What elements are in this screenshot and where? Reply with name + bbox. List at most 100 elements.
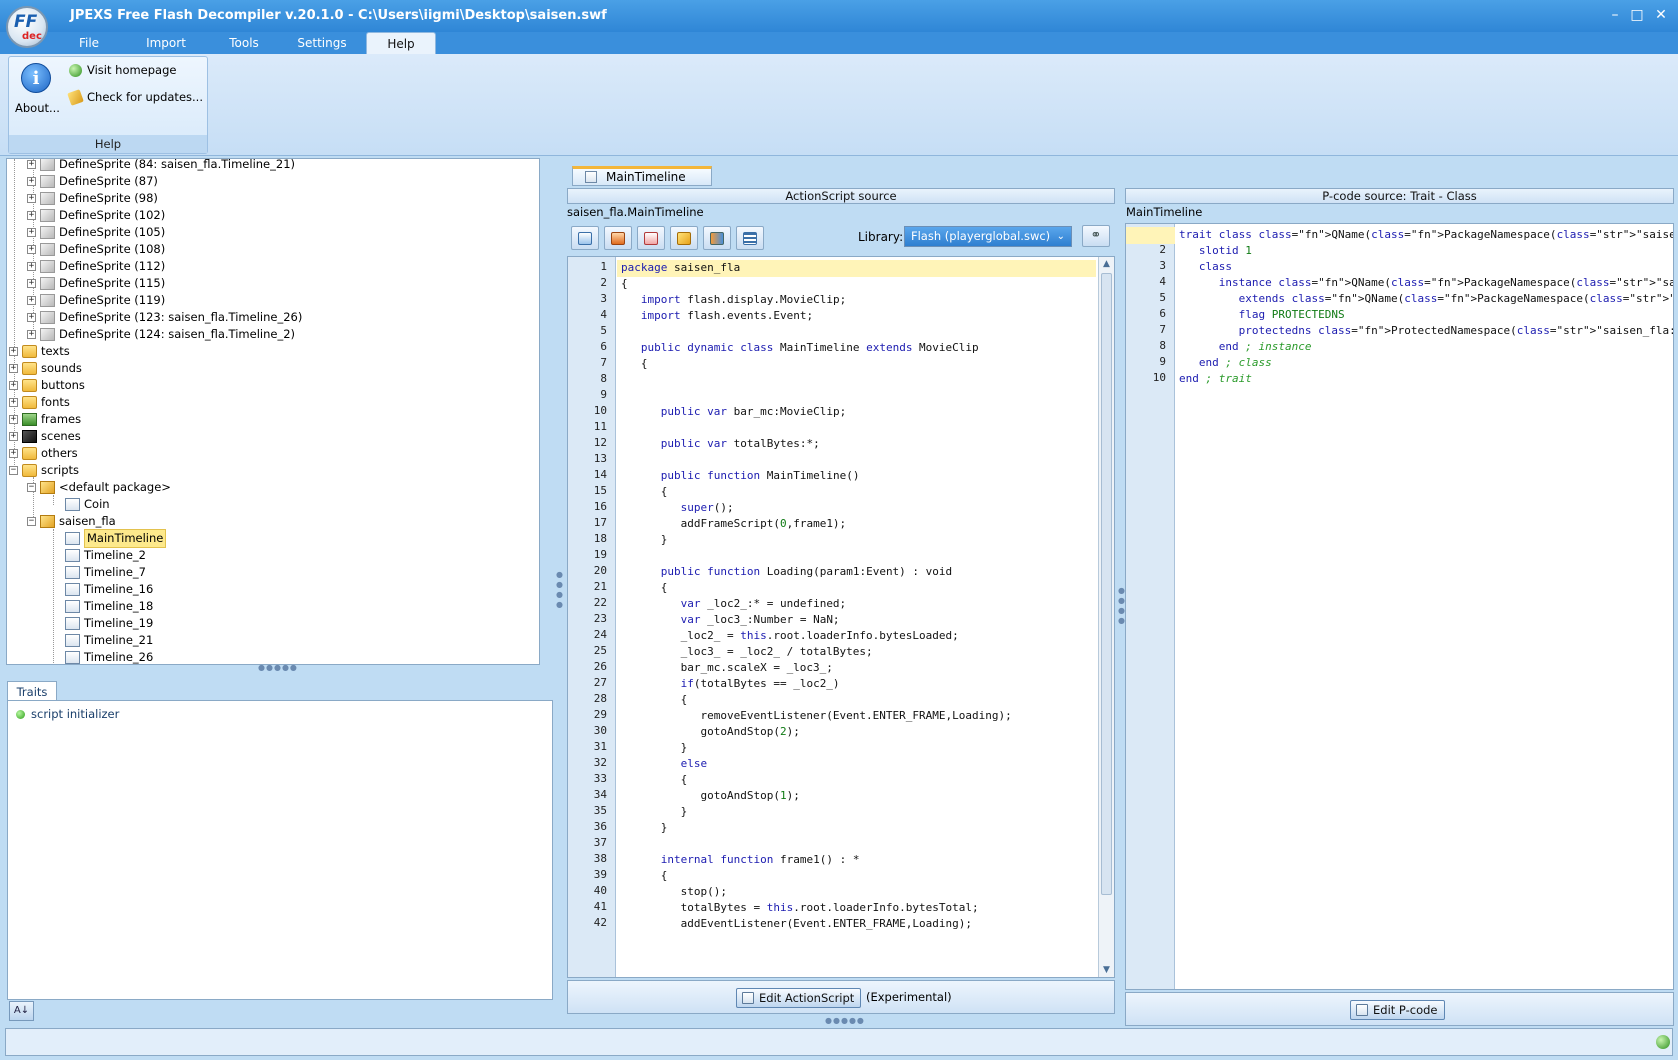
tree-folder-scripts[interactable]: − scripts [9, 462, 79, 479]
line-number: 22 [593, 596, 607, 609]
expand-icon[interactable]: + [27, 245, 36, 254]
expand-icon[interactable]: + [27, 211, 36, 220]
tree-folder-fonts[interactable]: + fonts [9, 394, 70, 411]
expand-icon[interactable]: + [9, 347, 18, 356]
tree-item-sprite[interactable]: + DefineSprite (119) [27, 292, 165, 309]
vertical-splitter[interactable]: ●●●● [1117, 586, 1126, 626]
about-button[interactable]: i About... [9, 57, 65, 135]
expand-icon[interactable]: + [27, 279, 36, 288]
search-button[interactable] [637, 226, 665, 250]
tree-folder-frames[interactable]: + frames [9, 411, 81, 428]
line-number: 8 [600, 372, 607, 385]
tree-folder-buttons[interactable]: + buttons [9, 377, 85, 394]
actionscript-editor[interactable]: 1 2 3 4 5 6 7 8 9 10 11 12 13 14 15 16 17 18 19 20 21 22 23 24 2… [567, 256, 1115, 978]
scroll-thumb[interactable] [1101, 273, 1112, 895]
expand-icon[interactable]: + [9, 398, 18, 407]
collapse-icon[interactable]: − [27, 483, 36, 492]
expand-icon[interactable]: + [9, 432, 18, 441]
trait-item[interactable]: script initializer [16, 707, 119, 721]
tab-file[interactable]: File [64, 32, 114, 54]
tree-folder-scenes[interactable]: + scenes [9, 428, 81, 445]
expand-icon[interactable]: + [27, 228, 36, 237]
expand-icon[interactable]: + [9, 381, 18, 390]
tree-folder-others[interactable]: + others [9, 445, 78, 462]
expand-icon[interactable]: + [27, 313, 36, 322]
sort-az-button[interactable]: A↓ [9, 1001, 34, 1021]
tree-item-sprite[interactable]: + DefineSprite (123: saisen_fla.Timeline_… [27, 309, 302, 326]
edit-pcode-button[interactable]: Edit P-code [1350, 1000, 1445, 1020]
expand-icon[interactable]: + [27, 194, 36, 203]
tree-item-script[interactable]: Timeline_2 [65, 547, 146, 564]
pcode-editor[interactable]: 12345678910 trait class class="fn">QName… [1125, 223, 1674, 990]
app-logo-icon[interactable]: FF dec [6, 6, 48, 48]
link-button[interactable]: ⚭ [1082, 225, 1110, 247]
tree-item-script[interactable]: Timeline_7 [65, 564, 146, 581]
tree-item-script[interactable]: Timeline_21 [65, 632, 153, 649]
code-line: { [621, 485, 668, 498]
tree-item-script[interactable]: Timeline_26 [65, 649, 153, 664]
line-number: 42 [593, 916, 607, 929]
expand-icon[interactable]: + [27, 296, 36, 305]
library-select[interactable]: Flash (playerglobal.swc) ⌄ [904, 226, 1072, 247]
panel-splitter[interactable]: ●●●●● [258, 664, 297, 672]
tab-settings[interactable]: Settings [288, 32, 356, 54]
tree-item-sprite[interactable]: + DefineSprite (105) [27, 224, 165, 241]
tag-tree[interactable]: + DefineSprite (84: saisen_fla.Timeline_2… [6, 158, 540, 665]
tab-traits[interactable]: Traits [7, 681, 57, 701]
scroll-down-icon[interactable]: ▼ [1099, 963, 1114, 977]
tab-help[interactable]: Help [366, 32, 436, 54]
tree-item-sprite[interactable]: + DefineSprite (124: saisen_fla.Timeline_… [27, 326, 295, 343]
expand-icon[interactable]: + [9, 415, 18, 424]
edit-button[interactable] [670, 226, 698, 250]
line-number-gutter: 12345678910 [1126, 224, 1175, 989]
maximize-button[interactable]: □ [1628, 6, 1646, 24]
expand-icon[interactable]: + [9, 449, 18, 458]
tab-main-timeline[interactable]: MainTimeline [572, 166, 712, 186]
edit-actionscript-button[interactable]: Edit ActionScript [736, 988, 862, 1008]
scroll-up-icon[interactable]: ▲ [1099, 257, 1114, 271]
traits-list[interactable]: script initializer [7, 700, 553, 1000]
search-icon [644, 232, 658, 245]
visit-homepage-button[interactable]: Visit homepage [69, 61, 176, 79]
minimize-button[interactable]: – [1606, 6, 1624, 24]
expand-icon[interactable]: + [9, 364, 18, 373]
code-line: var _loc2_:* = undefined; [680, 597, 847, 610]
code-scrollbar[interactable]: ▲ ▼ [1098, 257, 1114, 977]
tree-item-script[interactable]: Timeline_16 [65, 581, 153, 598]
tree-item-sprite[interactable]: + DefineSprite (98) [27, 190, 158, 207]
tree-item-sprite[interactable]: + DefineSprite (102) [27, 207, 165, 224]
tree-folder-sounds[interactable]: + sounds [9, 360, 82, 377]
list-button[interactable] [736, 226, 764, 250]
tree-scrollbar[interactable]: ▲ ▼ [539, 159, 540, 664]
check-updates-button[interactable]: Check for updates... [67, 88, 203, 106]
deobfuscate-button[interactable] [571, 226, 599, 250]
tree-item-script[interactable]: Timeline_18 [65, 598, 153, 615]
vertical-splitter[interactable]: ●●●● [555, 570, 564, 610]
expand-icon[interactable]: + [27, 177, 36, 186]
tree-item-sprite[interactable]: + DefineSprite (87) [27, 173, 158, 190]
tab-import[interactable]: Import [136, 32, 196, 54]
tree-item-script[interactable]: Coin [65, 496, 110, 513]
code-line: import flash.events.Event; [640, 309, 814, 322]
tree-item-default-package[interactable]: − <default package> [27, 479, 171, 496]
tree-item-script-selected[interactable]: MainTimeline [65, 529, 167, 548]
collapse-icon[interactable]: − [9, 466, 18, 475]
expand-icon[interactable]: + [27, 330, 36, 339]
close-button[interactable]: ✕ [1652, 6, 1670, 24]
tab-tools[interactable]: Tools [218, 32, 270, 54]
tree-item-sprite[interactable]: + DefineSprite (115) [27, 275, 165, 292]
bottom-splitter[interactable]: ●●●●● [825, 1016, 865, 1025]
tree-folder-texts[interactable]: + texts [9, 343, 70, 360]
expand-icon[interactable]: + [27, 262, 36, 271]
clapper-icon [22, 430, 37, 443]
expand-icon[interactable]: + [27, 160, 36, 169]
graph-button[interactable] [703, 226, 731, 250]
tree-item-sprite[interactable]: + DefineSprite (112) [27, 258, 165, 275]
tree-item-sprite[interactable]: + DefineSprite (84: saisen_fla.Timeline_2… [27, 159, 295, 173]
tree-item-sprite[interactable]: + DefineSprite (108) [27, 241, 165, 258]
deobfuscate-options-button[interactable] [604, 226, 632, 250]
code-line: bar_mc.scaleX = _loc3_; [621, 661, 833, 674]
tree-item-saisen-package[interactable]: − saisen_fla [27, 513, 116, 530]
collapse-icon[interactable]: − [27, 517, 36, 526]
tree-item-script[interactable]: Timeline_19 [65, 615, 153, 632]
